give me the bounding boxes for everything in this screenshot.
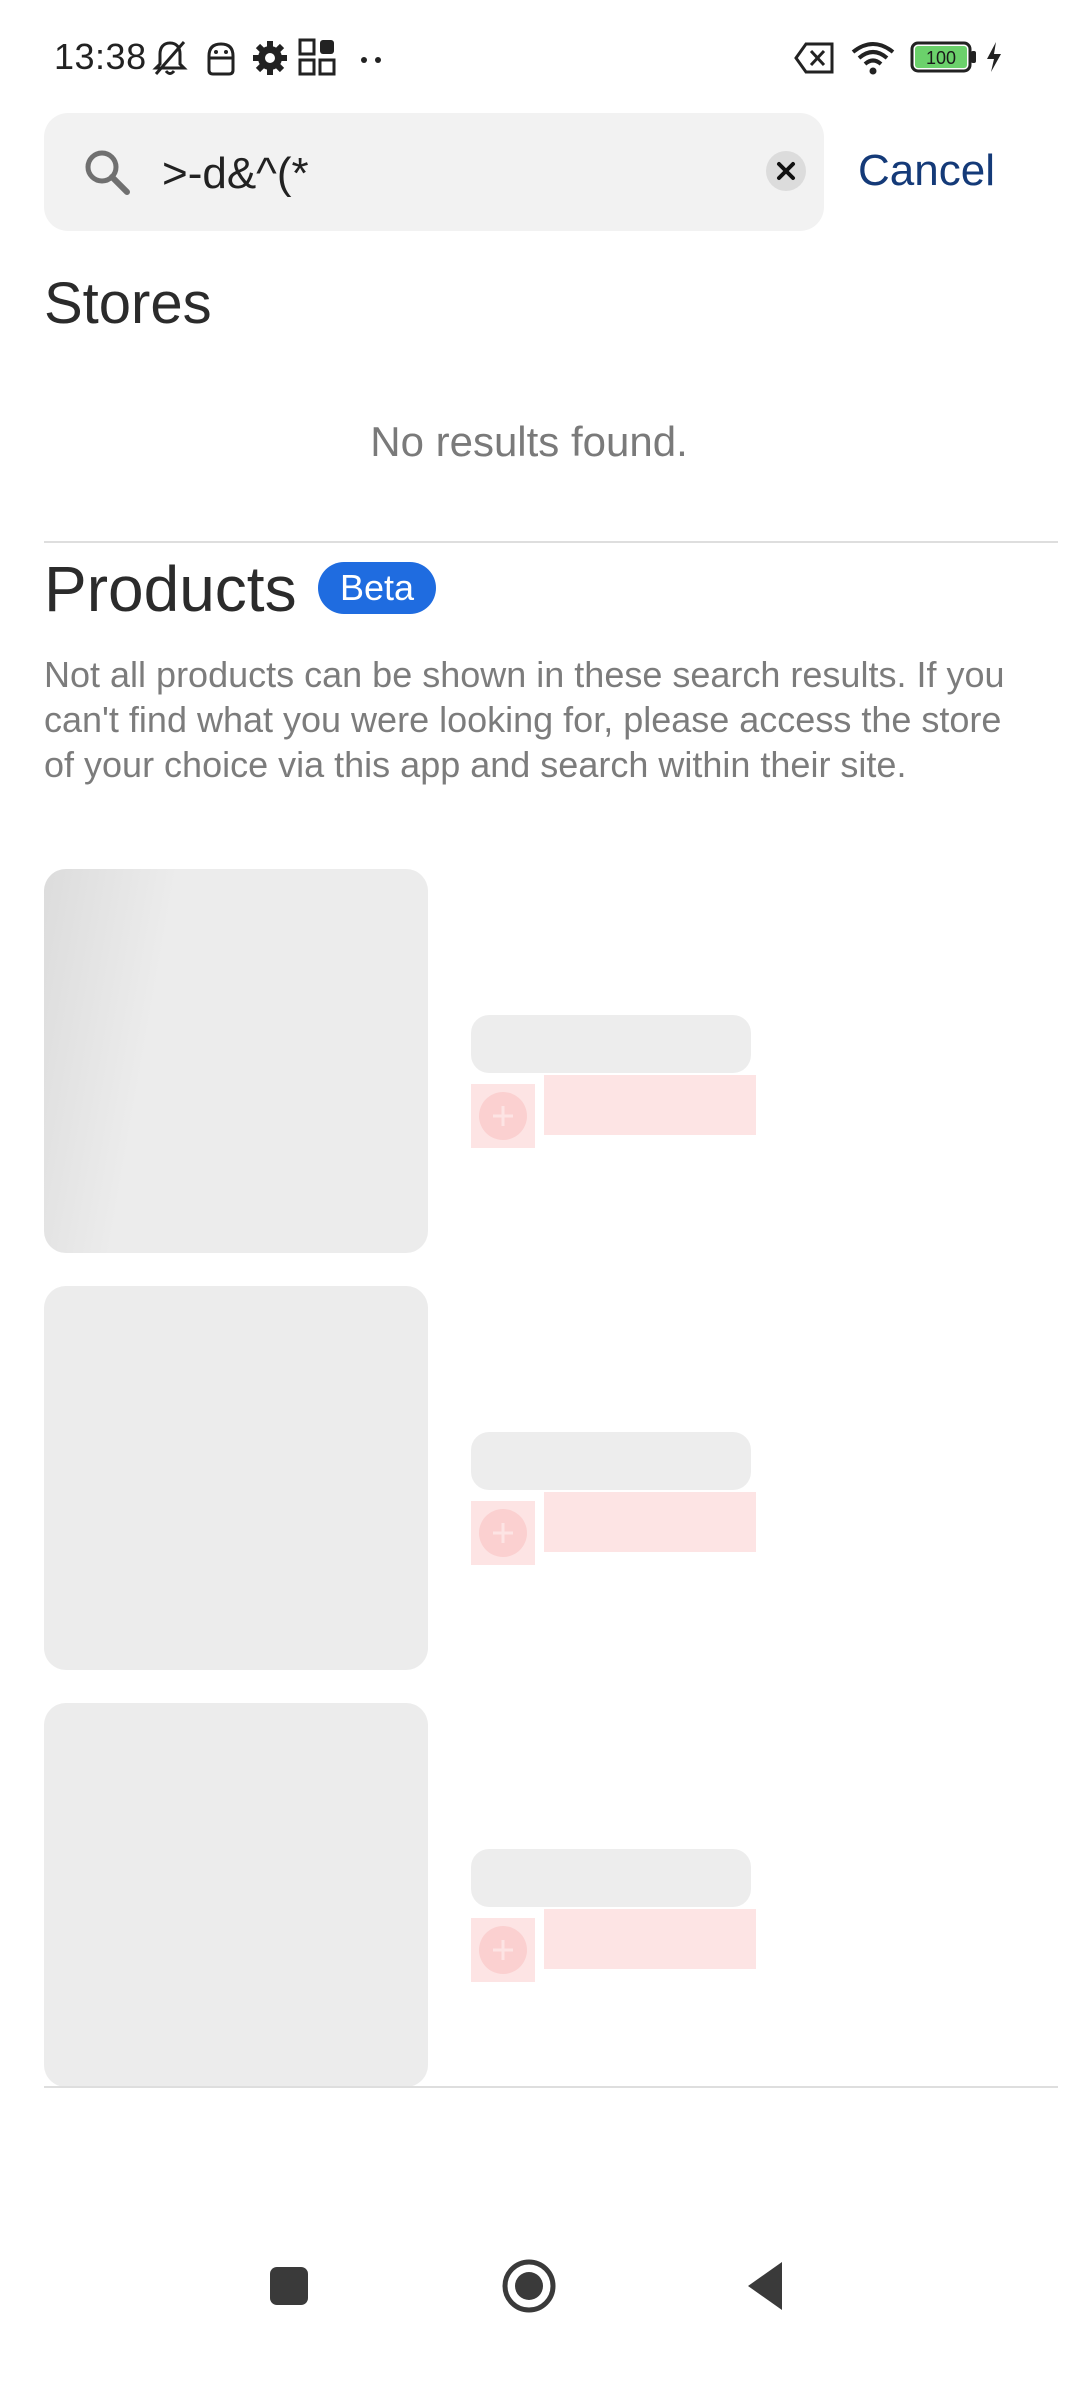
product-price-placeholder [544,1909,756,1969]
section-divider [44,541,1058,543]
add-to-list-button[interactable] [471,1501,535,1565]
bell-off-icon [150,38,190,83]
product-price-placeholder [544,1075,756,1135]
battery-icon: 100 [910,40,978,79]
no-sim-icon [794,40,836,81]
plus-circle-icon [479,1509,527,1557]
battery-level-text: 100 [926,48,956,68]
back-triangle-icon[interactable] [744,2260,786,2317]
stores-empty-message: No results found. [370,418,688,465]
stores-heading: Stores [44,271,212,336]
wifi-icon [850,40,896,81]
cancel-button[interactable]: Cancel [858,146,995,196]
product-card-skeleton [44,869,1034,1253]
search-icon [82,147,132,202]
system-nav-bar [0,2230,1080,2340]
close-icon [777,162,795,180]
product-title-placeholder [471,1849,751,1907]
beta-badge: Beta [318,562,437,614]
more-dots-icon [360,52,384,70]
add-to-list-button[interactable] [471,1084,535,1148]
product-price-placeholder [544,1492,756,1552]
search-bar[interactable]: >-d&^(* [44,113,824,231]
search-input[interactable]: >-d&^(* [162,149,309,199]
products-heading: Products [44,553,297,625]
product-title-placeholder [471,1015,751,1073]
search-results-screen: 13:38 100 >-d&^(* Cancel Stores No resul… [0,0,1080,2400]
recents-square-icon[interactable] [268,2265,310,2312]
status-bar: 13:38 100 [0,0,1080,110]
android-icon [204,38,238,83]
clear-search-button[interactable] [766,151,806,191]
product-card-skeleton [44,1286,1034,1670]
charging-icon [984,40,1004,79]
plus-circle-icon [479,1926,527,1974]
product-title-placeholder [471,1432,751,1490]
bottom-divider [44,2086,1058,2088]
products-disclaimer: Not all products can be shown in these s… [44,654,1005,785]
product-card-skeleton [44,1703,1034,2087]
product-image-placeholder [44,869,428,1253]
plus-circle-icon [479,1092,527,1140]
add-to-list-button[interactable] [471,1918,535,1982]
product-image-placeholder [44,1286,428,1670]
status-time: 13:38 [54,36,147,77]
gear-icon [250,38,290,83]
home-circle-icon[interactable] [501,2258,557,2319]
apps-grid-icon [298,38,336,81]
product-image-placeholder [44,1703,428,2087]
